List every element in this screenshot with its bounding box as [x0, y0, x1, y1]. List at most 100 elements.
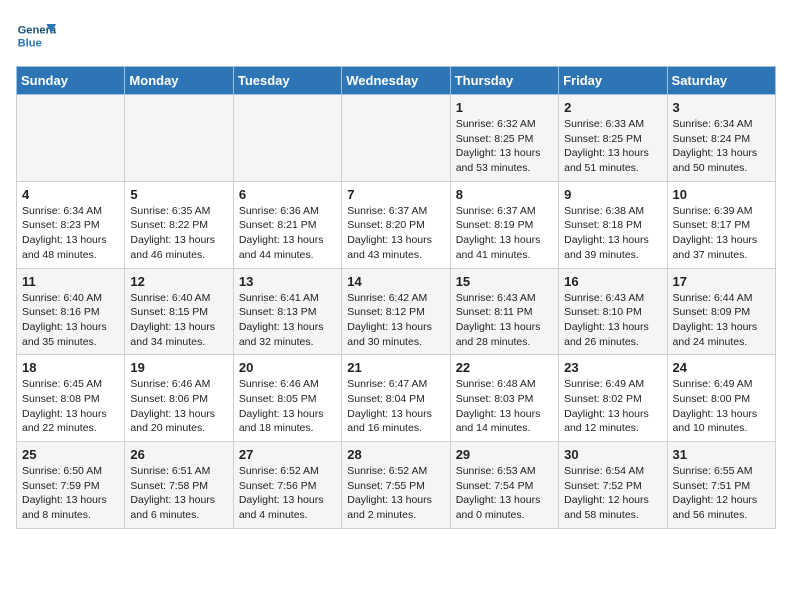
cell-content: Sunrise: 6:34 AM Sunset: 8:23 PM Dayligh…	[22, 204, 119, 263]
cell-content: Sunrise: 6:49 AM Sunset: 8:00 PM Dayligh…	[673, 377, 770, 436]
day-number: 17	[673, 274, 770, 289]
cell-content: Sunrise: 6:54 AM Sunset: 7:52 PM Dayligh…	[564, 464, 661, 523]
day-number: 23	[564, 360, 661, 375]
day-number: 27	[239, 447, 336, 462]
cell-content: Sunrise: 6:40 AM Sunset: 8:16 PM Dayligh…	[22, 291, 119, 350]
calendar-cell: 10Sunrise: 6:39 AM Sunset: 8:17 PM Dayli…	[667, 181, 775, 268]
day-number: 6	[239, 187, 336, 202]
cell-content: Sunrise: 6:39 AM Sunset: 8:17 PM Dayligh…	[673, 204, 770, 263]
day-number: 4	[22, 187, 119, 202]
cell-content: Sunrise: 6:50 AM Sunset: 7:59 PM Dayligh…	[22, 464, 119, 523]
calendar-cell: 6Sunrise: 6:36 AM Sunset: 8:21 PM Daylig…	[233, 181, 341, 268]
page-header: General Blue	[16, 16, 776, 56]
day-number: 18	[22, 360, 119, 375]
header-row: Sunday Monday Tuesday Wednesday Thursday…	[17, 67, 776, 95]
day-number: 13	[239, 274, 336, 289]
calendar-cell: 1Sunrise: 6:32 AM Sunset: 8:25 PM Daylig…	[450, 95, 558, 182]
day-number: 8	[456, 187, 553, 202]
cell-content: Sunrise: 6:34 AM Sunset: 8:24 PM Dayligh…	[673, 117, 770, 176]
day-number: 29	[456, 447, 553, 462]
calendar-cell: 13 Sunrise: 6:41 AM Sunset: 8:13 PM Dayli…	[233, 268, 341, 355]
day-number: 20	[239, 360, 336, 375]
day-number: 22	[456, 360, 553, 375]
cell-content: Sunrise: 6:38 AM Sunset: 8:18 PM Dayligh…	[564, 204, 661, 263]
cell-content: Sunrise: 6:51 AM Sunset: 7:58 PM Dayligh…	[130, 464, 227, 523]
col-friday: Friday	[559, 67, 667, 95]
col-sunday: Sunday	[17, 67, 125, 95]
day-number: 5	[130, 187, 227, 202]
calendar-cell: 18 Sunrise: 6:45 AM Sunset: 8:08 PM Dayli…	[17, 355, 125, 442]
day-number: 19	[130, 360, 227, 375]
cell-content: Sunrise: 6:40 AM Sunset: 8:15 PM Dayligh…	[130, 291, 227, 350]
calendar-cell	[125, 95, 233, 182]
calendar-week-row: 25 Sunrise: 6:50 AM Sunset: 7:59 PM Dayli…	[17, 442, 776, 529]
logo-icon: General Blue	[16, 16, 56, 56]
calendar-week-row: 4 Sunrise: 6:34 AM Sunset: 8:23 PM Daylig…	[17, 181, 776, 268]
calendar-cell: 11 Sunrise: 6:40 AM Sunset: 8:16 PM Dayli…	[17, 268, 125, 355]
calendar-cell: 14 Sunrise: 6:42 AM Sunset: 8:12 PM Dayli…	[342, 268, 450, 355]
cell-content: Sunrise: 6:53 AM Sunset: 7:54 PM Dayligh…	[456, 464, 553, 523]
calendar-cell: 12Sunrise: 6:40 AM Sunset: 8:15 PM Dayli…	[125, 268, 233, 355]
cell-content: Sunrise: 6:33 AM Sunset: 8:25 PM Dayligh…	[564, 117, 661, 176]
day-number: 24	[673, 360, 770, 375]
calendar-cell: 22Sunrise: 6:48 AM Sunset: 8:03 PM Dayli…	[450, 355, 558, 442]
calendar-cell: 27 Sunrise: 6:52 AM Sunset: 7:56 PM Dayli…	[233, 442, 341, 529]
cell-content: Sunrise: 6:41 AM Sunset: 8:13 PM Dayligh…	[239, 291, 336, 350]
calendar-cell: 26 Sunrise: 6:51 AM Sunset: 7:58 PM Dayli…	[125, 442, 233, 529]
svg-text:Blue: Blue	[18, 37, 42, 49]
day-number: 30	[564, 447, 661, 462]
day-number: 25	[22, 447, 119, 462]
col-wednesday: Wednesday	[342, 67, 450, 95]
cell-content: Sunrise: 6:45 AM Sunset: 8:08 PM Dayligh…	[22, 377, 119, 436]
calendar-cell: 31 Sunrise: 6:55 AM Sunset: 7:51 PM Dayli…	[667, 442, 775, 529]
cell-content: Sunrise: 6:43 AM Sunset: 8:11 PM Dayligh…	[456, 291, 553, 350]
cell-content: Sunrise: 6:46 AM Sunset: 8:05 PM Dayligh…	[239, 377, 336, 436]
logo: General Blue	[16, 16, 60, 56]
calendar-week-row: 18 Sunrise: 6:45 AM Sunset: 8:08 PM Dayli…	[17, 355, 776, 442]
cell-content: Sunrise: 6:35 AM Sunset: 8:22 PM Dayligh…	[130, 204, 227, 263]
cell-content: Sunrise: 6:52 AM Sunset: 7:55 PM Dayligh…	[347, 464, 444, 523]
calendar-cell: 30 Sunrise: 6:54 AM Sunset: 7:52 PM Dayli…	[559, 442, 667, 529]
day-number: 2	[564, 100, 661, 115]
calendar-week-row: 1Sunrise: 6:32 AM Sunset: 8:25 PM Daylig…	[17, 95, 776, 182]
calendar-cell: 23 Sunrise: 6:49 AM Sunset: 8:02 PM Dayli…	[559, 355, 667, 442]
day-number: 16	[564, 274, 661, 289]
calendar-cell: 2 Sunrise: 6:33 AM Sunset: 8:25 PM Daylig…	[559, 95, 667, 182]
calendar-cell: 9 Sunrise: 6:38 AM Sunset: 8:18 PM Daylig…	[559, 181, 667, 268]
cell-content: Sunrise: 6:52 AM Sunset: 7:56 PM Dayligh…	[239, 464, 336, 523]
calendar-cell: 20 Sunrise: 6:46 AM Sunset: 8:05 PM Dayli…	[233, 355, 341, 442]
cell-content: Sunrise: 6:55 AM Sunset: 7:51 PM Dayligh…	[673, 464, 770, 523]
cell-content: Sunrise: 6:49 AM Sunset: 8:02 PM Dayligh…	[564, 377, 661, 436]
day-number: 15	[456, 274, 553, 289]
cell-content: Sunrise: 6:46 AM Sunset: 8:06 PM Dayligh…	[130, 377, 227, 436]
cell-content: Sunrise: 6:43 AM Sunset: 8:10 PM Dayligh…	[564, 291, 661, 350]
calendar-table: Sunday Monday Tuesday Wednesday Thursday…	[16, 66, 776, 529]
day-number: 31	[673, 447, 770, 462]
calendar-week-row: 11 Sunrise: 6:40 AM Sunset: 8:16 PM Dayli…	[17, 268, 776, 355]
calendar-header: Sunday Monday Tuesday Wednesday Thursday…	[17, 67, 776, 95]
calendar-cell: 7Sunrise: 6:37 AM Sunset: 8:20 PM Daylig…	[342, 181, 450, 268]
col-tuesday: Tuesday	[233, 67, 341, 95]
col-saturday: Saturday	[667, 67, 775, 95]
calendar-cell: 15 Sunrise: 6:43 AM Sunset: 8:11 PM Dayli…	[450, 268, 558, 355]
calendar-cell: 4 Sunrise: 6:34 AM Sunset: 8:23 PM Daylig…	[17, 181, 125, 268]
calendar-cell	[342, 95, 450, 182]
calendar-cell: 29 Sunrise: 6:53 AM Sunset: 7:54 PM Dayli…	[450, 442, 558, 529]
cell-content: Sunrise: 6:37 AM Sunset: 8:20 PM Dayligh…	[347, 204, 444, 263]
calendar-cell: 19 Sunrise: 6:46 AM Sunset: 8:06 PM Dayli…	[125, 355, 233, 442]
cell-content: Sunrise: 6:37 AM Sunset: 8:19 PM Dayligh…	[456, 204, 553, 263]
day-number: 26	[130, 447, 227, 462]
day-number: 11	[22, 274, 119, 289]
calendar-cell: 17 Sunrise: 6:44 AM Sunset: 8:09 PM Dayli…	[667, 268, 775, 355]
calendar-cell: 21Sunrise: 6:47 AM Sunset: 8:04 PM Dayli…	[342, 355, 450, 442]
cell-content: Sunrise: 6:42 AM Sunset: 8:12 PM Dayligh…	[347, 291, 444, 350]
day-number: 21	[347, 360, 444, 375]
day-number: 9	[564, 187, 661, 202]
col-monday: Monday	[125, 67, 233, 95]
calendar-cell: 5 Sunrise: 6:35 AM Sunset: 8:22 PM Daylig…	[125, 181, 233, 268]
day-number: 14	[347, 274, 444, 289]
day-number: 1	[456, 100, 553, 115]
cell-content: Sunrise: 6:44 AM Sunset: 8:09 PM Dayligh…	[673, 291, 770, 350]
calendar-cell	[17, 95, 125, 182]
day-number: 28	[347, 447, 444, 462]
